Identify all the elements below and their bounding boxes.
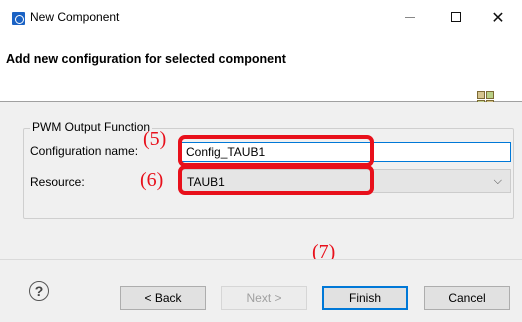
callout-number-6: (6) xyxy=(140,169,164,191)
page-title: Add new configuration for selected compo… xyxy=(6,52,286,66)
new-component-dialog: New Component ✕ Add new configuration fo… xyxy=(0,0,522,322)
group-label: PWM Output Function xyxy=(30,120,153,134)
resource-label: Resource: xyxy=(30,175,85,189)
maximize-icon xyxy=(451,12,461,22)
finish-button[interactable]: Finish xyxy=(322,286,408,310)
window-title: New Component xyxy=(30,10,120,24)
resource-selected-value: TAUB1 xyxy=(187,175,225,189)
minimize-button[interactable] xyxy=(392,4,428,30)
back-button[interactable]: < Back xyxy=(120,286,206,310)
app-icon xyxy=(12,12,25,25)
cancel-button[interactable]: Cancel xyxy=(424,286,510,310)
title-bar: New Component ✕ xyxy=(0,0,522,34)
close-icon: ✕ xyxy=(491,7,505,27)
wizard-content: PWM Output Function Configuration name: … xyxy=(0,102,522,304)
next-button: Next > xyxy=(221,286,307,310)
maximize-button[interactable] xyxy=(438,4,474,30)
button-bar: ? < Back Next > Finish Cancel xyxy=(0,259,522,322)
config-name-label: Configuration name: xyxy=(30,144,139,158)
close-button[interactable]: ✕ xyxy=(480,4,516,30)
callout-number-5: (5) xyxy=(143,128,167,150)
chevron-down-icon: ⌵ xyxy=(493,174,502,187)
config-name-input[interactable] xyxy=(181,142,511,162)
help-icon[interactable]: ? xyxy=(29,281,49,301)
minimize-icon xyxy=(405,16,415,18)
resource-select[interactable]: TAUB1 ⌵ xyxy=(181,169,511,193)
wizard-header: Add new configuration for selected compo… xyxy=(0,34,522,108)
